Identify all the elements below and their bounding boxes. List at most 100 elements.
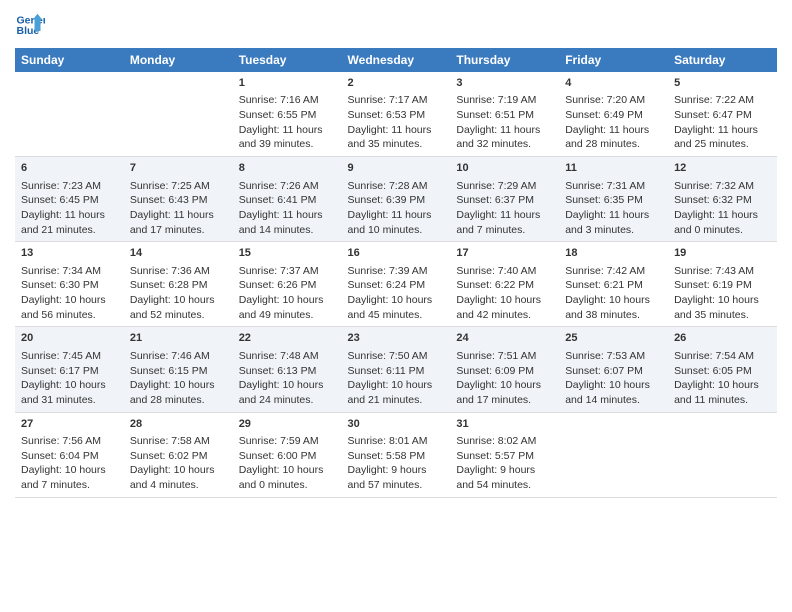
calendar-body: 1 Sunrise: 7:16 AM Sunset: 6:55 PM Daylig…: [15, 72, 777, 497]
day-info: Sunrise: 7:40 AM Sunset: 6:22 PM Dayligh…: [456, 264, 553, 323]
day-info: Sunrise: 7:48 AM Sunset: 6:13 PM Dayligh…: [239, 349, 336, 408]
calendar-cell: 29Sunrise: 7:59 AM Sunset: 6:00 PM Dayli…: [233, 412, 342, 497]
day-info: Sunrise: 7:51 AM Sunset: 6:09 PM Dayligh…: [456, 349, 553, 408]
day-number: 12: [674, 161, 771, 176]
weekday-header-saturday: Saturday: [668, 48, 777, 72]
day-number: 16: [348, 246, 445, 261]
day-number: 20: [21, 331, 118, 346]
day-number: 21: [130, 331, 227, 346]
calendar-cell: 5Sunrise: 7:22 AM Sunset: 6:47 PM Daylig…: [668, 72, 777, 157]
day-number: 18: [565, 246, 662, 261]
weekday-header-monday: Monday: [124, 48, 233, 72]
calendar-cell: 22 Sunrise: 7:48 AM Sunset: 6:13 PM Dayli…: [233, 327, 342, 412]
calendar-cell: 15 Sunrise: 7:37 AM Sunset: 6:26 PM Dayli…: [233, 242, 342, 327]
calendar-cell: [559, 412, 668, 497]
day-number: 10: [456, 161, 553, 176]
calendar-cell: 26Sunrise: 7:54 AM Sunset: 6:05 PM Dayli…: [668, 327, 777, 412]
calendar-cell: 24 Sunrise: 7:51 AM Sunset: 6:09 PM Dayli…: [450, 327, 559, 412]
day-info: Sunrise: 7:20 AM Sunset: 6:49 PM Dayligh…: [565, 93, 662, 152]
calendar-table: SundayMondayTuesdayWednesdayThursdayFrid…: [15, 48, 777, 498]
day-info: Sunrise: 7:46 AM Sunset: 6:15 PM Dayligh…: [130, 349, 227, 408]
calendar-cell: 12 Sunrise: 7:32 AM Sunset: 6:32 PM Dayli…: [668, 157, 777, 242]
day-info: Sunrise: 7:58 AM Sunset: 6:02 PM Dayligh…: [130, 434, 227, 493]
day-info: Sunrise: 8:02 AM Sunset: 5:57 PM Dayligh…: [456, 434, 553, 493]
day-number: 27: [21, 417, 118, 432]
day-number: 5: [674, 76, 771, 91]
calendar-cell: 27 Sunrise: 7:56 AM Sunset: 6:04 PM Dayli…: [15, 412, 124, 497]
calendar-cell: 14 Sunrise: 7:36 AM Sunset: 6:28 PM Dayli…: [124, 242, 233, 327]
day-info: Sunrise: 7:19 AM Sunset: 6:51 PM Dayligh…: [456, 93, 553, 152]
calendar-cell: 18 Sunrise: 7:42 AM Sunset: 6:21 PM Dayli…: [559, 242, 668, 327]
weekday-header-friday: Friday: [559, 48, 668, 72]
day-info: Sunrise: 7:17 AM Sunset: 6:53 PM Dayligh…: [348, 93, 445, 152]
calendar-cell: 23Sunrise: 7:50 AM Sunset: 6:11 PM Dayli…: [342, 327, 451, 412]
day-info: Sunrise: 7:34 AM Sunset: 6:30 PM Dayligh…: [21, 264, 118, 323]
calendar-cell: 11 Sunrise: 7:31 AM Sunset: 6:35 PM Dayli…: [559, 157, 668, 242]
day-info: Sunrise: 7:43 AM Sunset: 6:19 PM Dayligh…: [674, 264, 771, 323]
day-number: 25: [565, 331, 662, 346]
calendar-cell: 17 Sunrise: 7:40 AM Sunset: 6:22 PM Dayli…: [450, 242, 559, 327]
day-info: Sunrise: 7:56 AM Sunset: 6:04 PM Dayligh…: [21, 434, 118, 493]
day-info: Sunrise: 7:37 AM Sunset: 6:26 PM Dayligh…: [239, 264, 336, 323]
weekday-row: SundayMondayTuesdayWednesdayThursdayFrid…: [15, 48, 777, 72]
page-header: General Blue: [15, 10, 777, 40]
logo-icon: General Blue: [15, 10, 45, 40]
day-number: 19: [674, 246, 771, 261]
day-number: 15: [239, 246, 336, 261]
calendar-cell: 2 Sunrise: 7:17 AM Sunset: 6:53 PM Daylig…: [342, 72, 451, 157]
day-info: Sunrise: 7:32 AM Sunset: 6:32 PM Dayligh…: [674, 179, 771, 238]
day-number: 7: [130, 161, 227, 176]
day-info: Sunrise: 7:16 AM Sunset: 6:55 PM Dayligh…: [239, 93, 336, 152]
day-number: 6: [21, 161, 118, 176]
day-number: 11: [565, 161, 662, 176]
calendar-cell: 13Sunrise: 7:34 AM Sunset: 6:30 PM Dayli…: [15, 242, 124, 327]
calendar-week-row: 27 Sunrise: 7:56 AM Sunset: 6:04 PM Dayli…: [15, 412, 777, 497]
day-info: Sunrise: 7:31 AM Sunset: 6:35 PM Dayligh…: [565, 179, 662, 238]
day-number: 14: [130, 246, 227, 261]
calendar-cell: 20 Sunrise: 7:45 AM Sunset: 6:17 PM Dayli…: [15, 327, 124, 412]
weekday-header-sunday: Sunday: [15, 48, 124, 72]
day-number: 30: [348, 417, 445, 432]
day-number: 3: [456, 76, 553, 91]
day-number: 8: [239, 161, 336, 176]
calendar-week-row: 20 Sunrise: 7:45 AM Sunset: 6:17 PM Dayli…: [15, 327, 777, 412]
day-number: 24: [456, 331, 553, 346]
calendar-week-row: 1 Sunrise: 7:16 AM Sunset: 6:55 PM Daylig…: [15, 72, 777, 157]
day-info: Sunrise: 7:45 AM Sunset: 6:17 PM Dayligh…: [21, 349, 118, 408]
calendar-cell: 4 Sunrise: 7:20 AM Sunset: 6:49 PM Daylig…: [559, 72, 668, 157]
calendar-header: SundayMondayTuesdayWednesdayThursdayFrid…: [15, 48, 777, 72]
calendar-cell: 30 Sunrise: 8:01 AM Sunset: 5:58 PM Dayli…: [342, 412, 451, 497]
calendar-cell: 21 Sunrise: 7:46 AM Sunset: 6:15 PM Dayli…: [124, 327, 233, 412]
day-number: 2: [348, 76, 445, 91]
day-info: Sunrise: 7:59 AM Sunset: 6:00 PM Dayligh…: [239, 434, 336, 493]
day-info: Sunrise: 7:28 AM Sunset: 6:39 PM Dayligh…: [348, 179, 445, 238]
logo: General Blue: [15, 10, 49, 40]
calendar-cell: 19 Sunrise: 7:43 AM Sunset: 6:19 PM Dayli…: [668, 242, 777, 327]
day-number: 22: [239, 331, 336, 346]
calendar-cell: [15, 72, 124, 157]
calendar-cell: 31Sunrise: 8:02 AM Sunset: 5:57 PM Dayli…: [450, 412, 559, 497]
calendar-cell: 7 Sunrise: 7:25 AM Sunset: 6:43 PM Daylig…: [124, 157, 233, 242]
calendar-week-row: 6 Sunrise: 7:23 AM Sunset: 6:45 PM Daylig…: [15, 157, 777, 242]
calendar-cell: 28 Sunrise: 7:58 AM Sunset: 6:02 PM Dayli…: [124, 412, 233, 497]
calendar-cell: [668, 412, 777, 497]
day-number: 1: [239, 76, 336, 91]
calendar-cell: 16 Sunrise: 7:39 AM Sunset: 6:24 PM Dayli…: [342, 242, 451, 327]
day-info: Sunrise: 8:01 AM Sunset: 5:58 PM Dayligh…: [348, 434, 445, 493]
day-info: Sunrise: 7:54 AM Sunset: 6:05 PM Dayligh…: [674, 349, 771, 408]
day-info: Sunrise: 7:26 AM Sunset: 6:41 PM Dayligh…: [239, 179, 336, 238]
day-info: Sunrise: 7:36 AM Sunset: 6:28 PM Dayligh…: [130, 264, 227, 323]
day-info: Sunrise: 7:42 AM Sunset: 6:21 PM Dayligh…: [565, 264, 662, 323]
weekday-header-thursday: Thursday: [450, 48, 559, 72]
day-info: Sunrise: 7:25 AM Sunset: 6:43 PM Dayligh…: [130, 179, 227, 238]
day-info: Sunrise: 7:23 AM Sunset: 6:45 PM Dayligh…: [21, 179, 118, 238]
day-info: Sunrise: 7:29 AM Sunset: 6:37 PM Dayligh…: [456, 179, 553, 238]
day-number: 28: [130, 417, 227, 432]
day-info: Sunrise: 7:50 AM Sunset: 6:11 PM Dayligh…: [348, 349, 445, 408]
calendar-cell: 8 Sunrise: 7:26 AM Sunset: 6:41 PM Daylig…: [233, 157, 342, 242]
day-number: 17: [456, 246, 553, 261]
day-number: 4: [565, 76, 662, 91]
day-info: Sunrise: 7:39 AM Sunset: 6:24 PM Dayligh…: [348, 264, 445, 323]
calendar-cell: 25Sunrise: 7:53 AM Sunset: 6:07 PM Dayli…: [559, 327, 668, 412]
weekday-header-wednesday: Wednesday: [342, 48, 451, 72]
